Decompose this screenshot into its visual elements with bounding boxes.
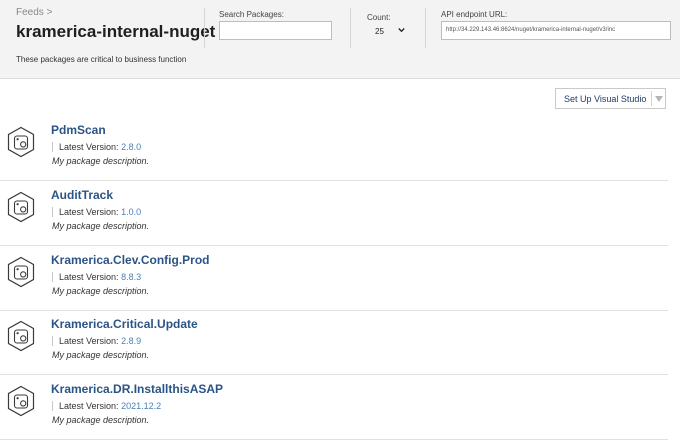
api-endpoint-field[interactable]: http://34.229.143.46:8624/nuget/krameric… xyxy=(441,21,671,40)
package-description: My package description. xyxy=(52,286,150,296)
nuget-package-icon xyxy=(7,320,35,352)
version-label: Latest Version: xyxy=(59,272,119,282)
search-input[interactable] xyxy=(219,21,332,40)
count-value: 25 xyxy=(375,27,384,36)
nuget-package-icon xyxy=(7,385,35,417)
setup-visual-studio-button[interactable]: Set Up Visual Studio xyxy=(555,88,666,109)
version-number[interactable]: 2.8.0 xyxy=(121,142,141,152)
package-item: Kramerica.DR.InstallthisASAP Latest Vers… xyxy=(0,375,668,440)
version-label: Latest Version: xyxy=(59,207,119,217)
feed-header: Feeds > kramerica-internal-nuget These p… xyxy=(0,0,680,79)
version-number[interactable]: 2021.12.2 xyxy=(121,401,161,411)
page-title: kramerica-internal-nuget xyxy=(16,22,216,41)
package-version: Latest Version: 1.0.0 xyxy=(52,207,141,217)
package-description: My package description. xyxy=(52,415,150,425)
package-description: My package description. xyxy=(52,156,150,166)
version-number[interactable]: 8.8.3 xyxy=(121,272,141,282)
version-number[interactable]: 2.8.9 xyxy=(121,336,141,346)
version-label: Latest Version: xyxy=(59,142,119,152)
package-item: Kramerica.Clev.Config.Prod Latest Versio… xyxy=(0,246,668,311)
package-description: My package description. xyxy=(52,350,150,360)
header-divider xyxy=(204,8,205,48)
package-name-link[interactable]: PdmScan xyxy=(51,123,106,137)
api-endpoint-label: API endpoint URL: xyxy=(441,10,508,19)
version-label: Latest Version: xyxy=(59,336,119,346)
version-label: Latest Version: xyxy=(59,401,119,411)
count-select[interactable]: 25 xyxy=(367,24,409,39)
package-item: Kramerica.Critical.Update Latest Version… xyxy=(0,310,668,375)
package-name-link[interactable]: Kramerica.Critical.Update xyxy=(51,317,198,331)
nuget-package-icon xyxy=(7,126,35,158)
breadcrumb[interactable]: Feeds > xyxy=(16,7,52,18)
header-divider xyxy=(425,8,426,48)
package-version: Latest Version: 2.8.0 xyxy=(52,142,141,152)
feed-description: These packages are critical to business … xyxy=(16,55,187,64)
package-name-link[interactable]: AuditTrack xyxy=(51,188,113,202)
package-name-link[interactable]: Kramerica.Clev.Config.Prod xyxy=(51,253,209,267)
package-item: AuditTrack Latest Version: 1.0.0 My pack… xyxy=(0,181,668,246)
package-version: Latest Version: 2.8.9 xyxy=(52,336,141,346)
search-label: Search Packages: xyxy=(219,10,284,19)
caret-down-icon[interactable] xyxy=(655,96,663,102)
package-name-link[interactable]: Kramerica.DR.InstallthisASAP xyxy=(51,382,223,396)
package-version: Latest Version: 8.8.3 xyxy=(52,272,141,282)
package-description: My package description. xyxy=(52,221,150,231)
package-version: Latest Version: 2021.12.2 xyxy=(52,401,161,411)
header-divider xyxy=(350,8,351,48)
nuget-package-icon xyxy=(7,191,35,223)
button-divider xyxy=(651,91,652,106)
package-item: PdmScan Latest Version: 2.8.0 My package… xyxy=(0,116,668,181)
version-number[interactable]: 1.0.0 xyxy=(121,207,141,217)
count-label: Count: xyxy=(367,13,391,22)
nuget-package-icon xyxy=(7,256,35,288)
chevron-down-icon xyxy=(398,28,405,33)
setup-visual-studio-label: Set Up Visual Studio xyxy=(564,94,647,104)
